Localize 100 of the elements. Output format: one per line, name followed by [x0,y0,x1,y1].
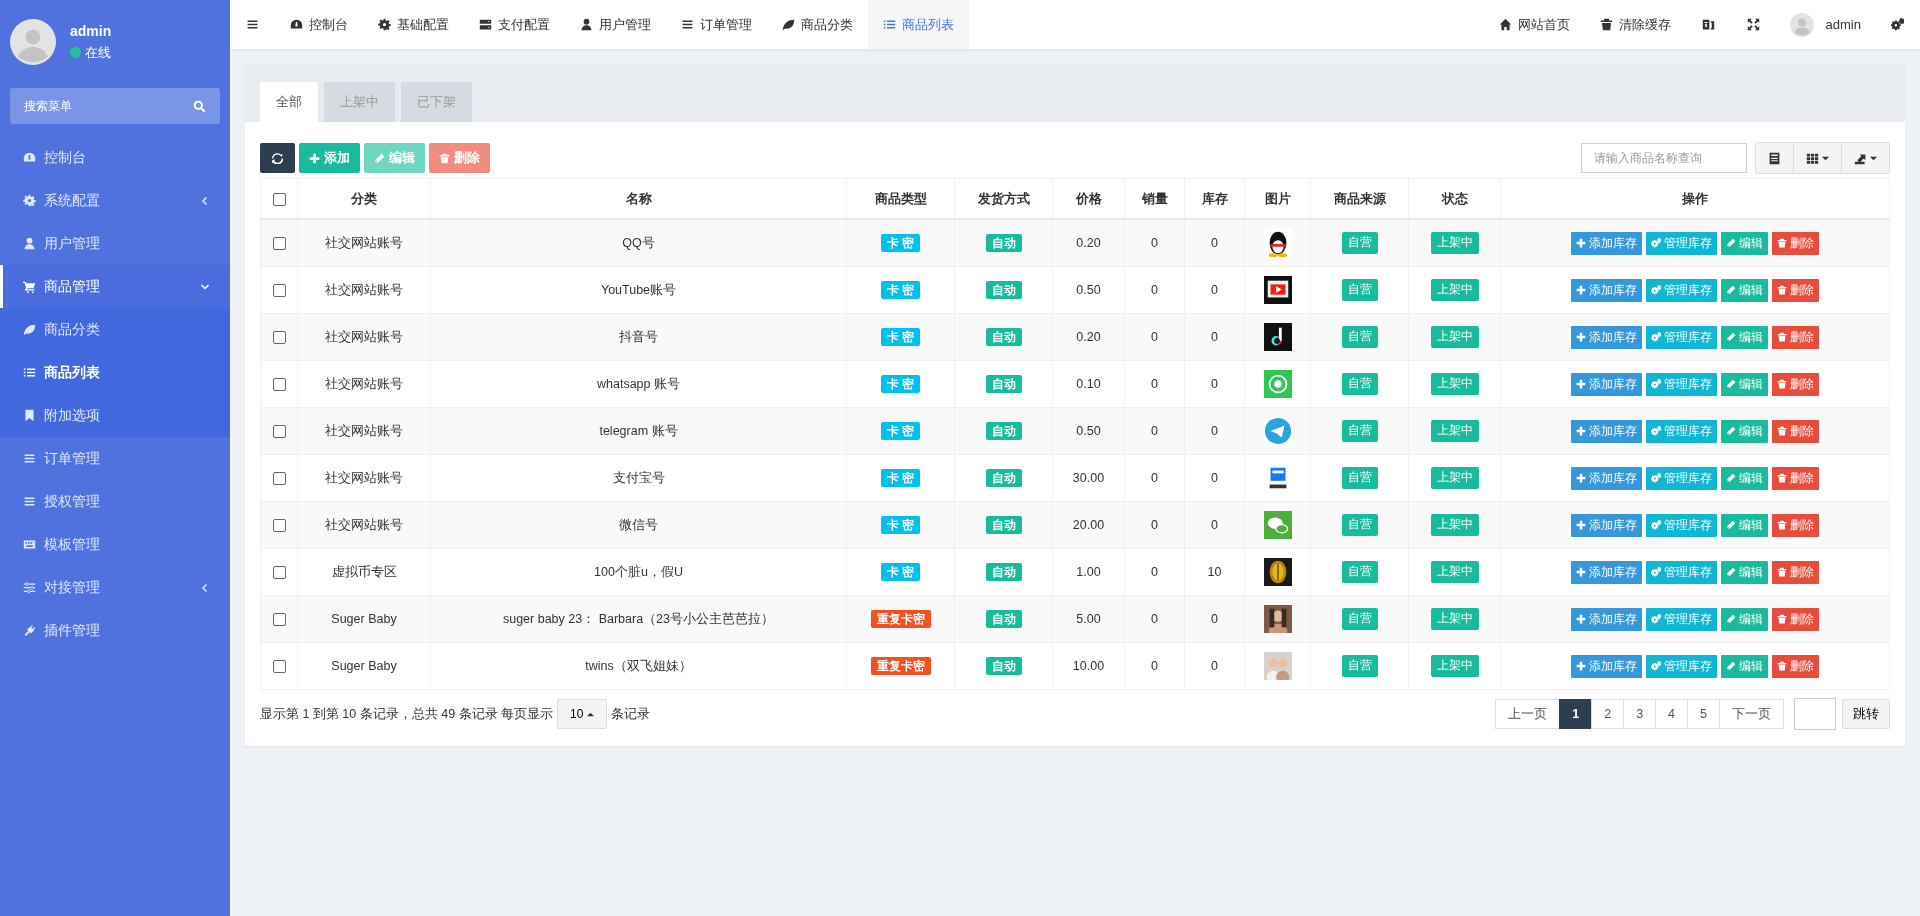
category-text: 社交网站账号 [325,470,403,485]
action-button[interactable]: 添加库存 [1571,231,1642,255]
action-button[interactable]: 删除 [1772,654,1819,678]
action-button[interactable]: 删除 [1772,607,1819,631]
toolbar-button[interactable]: 添加 [299,143,360,173]
action-button[interactable]: 添加库存 [1571,466,1642,490]
sidebar-item[interactable]: 插件管理 [0,609,230,652]
action-button[interactable]: 删除 [1772,372,1819,396]
action-button[interactable]: 管理库存 [1646,372,1717,396]
action-button[interactable]: 删除 [1772,325,1819,349]
sidebar-item[interactable]: 商品分类 [0,308,230,351]
page-button[interactable]: 5 [1687,699,1720,729]
header-link[interactable]: 清除缓存 [1584,0,1686,49]
filter-tab[interactable]: 全部 [260,82,318,122]
row-checkbox[interactable] [272,660,286,674]
row-checkbox[interactable] [272,425,286,439]
sidebar-item[interactable]: 系统配置 [0,179,230,222]
action-button[interactable]: 管理库存 [1646,654,1717,678]
jump-button[interactable]: 跳转 [1842,699,1890,729]
page-button[interactable]: 3 [1623,699,1657,729]
action-button[interactable]: 管理库存 [1646,560,1717,584]
search-field[interactable]: 请输入商品名称查询 [1581,143,1747,173]
search-icon[interactable] [193,99,206,113]
status-tag: 上架中 [1430,420,1479,442]
sidebar-item[interactable]: 对接管理 [0,566,230,609]
action-button[interactable]: 添加库存 [1571,372,1642,396]
action-button[interactable]: 编辑 [1721,419,1768,443]
cart-icon [23,280,36,293]
header-link[interactable]: 网站首页 [1483,0,1585,49]
sidebar-item[interactable]: 模板管理 [0,523,230,566]
action-button[interactable]: 添加库存 [1571,419,1642,443]
nav-tab[interactable]: 商品列表 [868,0,969,49]
action-button[interactable]: 编辑 [1721,654,1768,678]
action-button[interactable]: 管理库存 [1646,419,1717,443]
nav-tab[interactable]: 订单管理 [666,0,767,49]
previous-page-button[interactable]: 上一页 [1495,699,1561,729]
column-header: 图片 [1264,190,1291,206]
nav-tab[interactable]: 用户管理 [565,0,666,49]
action-button[interactable]: 编辑 [1721,560,1768,584]
row-checkbox[interactable] [272,472,286,486]
action-button[interactable]: 添加库存 [1571,654,1642,678]
nav-tab[interactable]: 控制台 [275,0,363,49]
sidebar-item[interactable]: 用户管理 [0,222,230,265]
action-button[interactable]: 管理库存 [1646,278,1717,302]
row-checkbox[interactable] [272,331,286,345]
row-checkbox[interactable] [272,237,286,251]
sidebar-item[interactable]: 订单管理 [0,437,230,480]
action-button[interactable]: 编辑 [1721,513,1768,537]
refresh-button[interactable] [260,143,295,173]
nav-tab[interactable]: 支付配置 [464,0,565,49]
action-button[interactable]: 编辑 [1721,372,1768,396]
nav-tab[interactable]: 基础配置 [363,0,464,49]
action-button[interactable]: 管理库存 [1646,231,1717,255]
action-button[interactable]: 删除 [1772,231,1819,255]
filter-tab[interactable]: 上架中 [324,82,395,122]
action-button[interactable]: 添加库存 [1571,560,1642,584]
page-button[interactable]: 1 [1559,699,1593,729]
sidebar-item[interactable]: 附加选项 [0,394,230,437]
action-button[interactable]: 删除 [1772,466,1819,490]
status-tag: 上架中 [1430,514,1479,536]
user-name[interactable]: admin [1825,17,1861,32]
action-button[interactable]: 管理库存 [1646,466,1717,490]
page-button[interactable]: 2 [1591,699,1625,729]
action-button[interactable]: 管理库存 [1646,513,1717,537]
select-all-checkbox[interactable] [272,193,286,207]
action-button[interactable]: 添加库存 [1571,325,1642,349]
page-button[interactable]: 4 [1655,699,1689,729]
action-button[interactable]: 删除 [1772,278,1819,302]
action-button[interactable]: 添加库存 [1571,278,1642,302]
row-checkbox[interactable] [272,284,286,298]
page-size-dropdown[interactable]: 10 [557,699,608,729]
action-button[interactable]: 删除 [1772,419,1819,443]
next-page-button[interactable]: 下一页 [1719,699,1784,729]
action-button[interactable]: 编辑 [1721,466,1768,490]
action-button[interactable]: 管理库存 [1646,607,1717,631]
sidebar-item[interactable]: 控制台 [0,136,230,179]
price-text: 0.20 [1076,236,1101,250]
sidebar-item[interactable]: 授权管理 [0,480,230,523]
sidebar-item[interactable]: 商品列表 [0,351,230,394]
action-button[interactable]: 添加库存 [1571,607,1642,631]
row-checkbox[interactable] [272,378,286,392]
filter-tab[interactable]: 已下架 [401,82,472,122]
page-number-field[interactable] [1794,698,1836,730]
trash-icon [1777,520,1787,530]
category-text: 社交网站账号 [325,282,403,297]
action-button[interactable]: 编辑 [1721,325,1768,349]
action-button[interactable]: 编辑 [1721,607,1768,631]
row-checkbox[interactable] [272,519,286,533]
row-checkbox[interactable] [272,613,286,627]
action-button[interactable]: 添加库存 [1571,513,1642,537]
action-button[interactable]: 编辑 [1721,278,1768,302]
action-button[interactable]: 删除 [1772,513,1819,537]
action-button[interactable]: 删除 [1772,560,1819,584]
action-button[interactable]: 编辑 [1721,231,1768,255]
category-text: 社交网站账号 [325,517,403,532]
menu-search-field[interactable]: 搜索菜单 [10,88,220,124]
sidebar-item[interactable]: 商品管理 [0,265,230,308]
row-checkbox[interactable] [272,566,286,580]
action-button[interactable]: 管理库存 [1646,325,1717,349]
nav-tab[interactable]: 商品分类 [767,0,868,49]
